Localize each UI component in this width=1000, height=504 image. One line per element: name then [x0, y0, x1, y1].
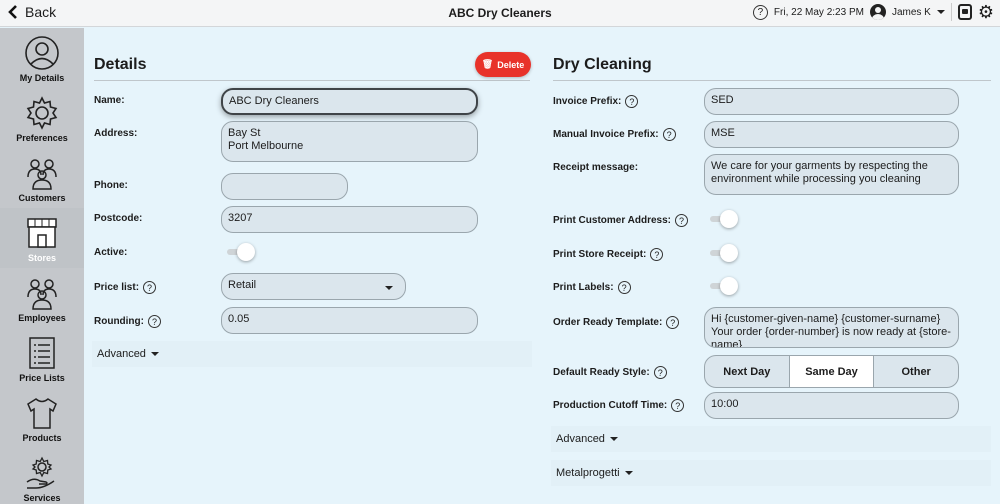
- address-field[interactable]: Bay St Port Melbourne: [221, 121, 478, 162]
- chevron-down-icon: [624, 471, 633, 475]
- sidebar-item-label: Customers: [18, 193, 66, 203]
- trash-icon: 🗑: [481, 59, 494, 69]
- production-cutoff-time-field[interactable]: 10:00: [704, 392, 959, 419]
- details-advanced-toggle[interactable]: Advanced: [97, 348, 159, 360]
- postcode-label: Postcode:: [94, 213, 143, 224]
- datetime: Fri, 22 May 2:23 PM: [773, 6, 864, 18]
- delete-button[interactable]: 🗑 Delete: [475, 52, 531, 77]
- receipt-message-label: Receipt message:: [553, 162, 639, 173]
- sidebar-item-preferences[interactable]: Preferences: [0, 88, 84, 148]
- help-icon[interactable]: ?: [662, 128, 676, 141]
- help-icon[interactable]: ?: [752, 4, 768, 20]
- sidebar-item-employees[interactable]: Employees: [0, 268, 84, 328]
- rounding-label: Rounding: ?: [94, 315, 161, 328]
- user-name[interactable]: James K: [892, 7, 931, 18]
- sidebar-item-label: Stores: [27, 253, 56, 263]
- divider: [553, 80, 991, 81]
- dry-cleaning-title: Dry Cleaning: [553, 56, 652, 73]
- store-icon: [27, 218, 57, 248]
- gear-hand-icon: [26, 456, 55, 489]
- sidebar: My Details Preferences Customers Stores …: [0, 28, 84, 504]
- manual-invoice-prefix-label: Manual Invoice Prefix: ?: [553, 128, 676, 141]
- user-circle-icon: [25, 36, 59, 70]
- address-line-1: Bay St: [228, 127, 261, 139]
- production-cutoff-time-label: Production Cutoff Time: ?: [553, 399, 685, 412]
- divider: [94, 80, 530, 81]
- sidebar-item-label: Services: [23, 493, 61, 503]
- chevron-down-icon: [385, 286, 393, 290]
- chevron-left-icon: [8, 5, 17, 19]
- delete-label: Delete: [497, 59, 525, 70]
- sidebar-item-label: Preferences: [16, 133, 68, 143]
- address-line-2: Port Melbourne: [228, 140, 304, 152]
- settings-gear-icon[interactable]: ⚙: [978, 3, 994, 21]
- phone-label: Phone:: [94, 180, 128, 191]
- print-store-receipt-toggle[interactable]: [710, 244, 738, 262]
- rounding-field[interactable]: 0.05: [221, 307, 478, 334]
- ready-style-segmented-control: Next Day Same Day Other: [704, 355, 959, 388]
- sidebar-item-my-details[interactable]: My Details: [0, 28, 84, 88]
- back-button[interactable]: Back: [8, 4, 56, 20]
- manual-invoice-prefix-field[interactable]: MSE: [704, 121, 959, 148]
- print-customer-address-label: Print Customer Address: ?: [553, 214, 688, 227]
- help-icon[interactable]: ?: [674, 214, 688, 227]
- name-label: Name:: [94, 95, 125, 106]
- help-icon[interactable]: ?: [671, 399, 685, 412]
- price-list-label: Price list: ?: [94, 281, 157, 294]
- ready-style-other[interactable]: Other: [874, 356, 958, 387]
- ready-style-next-day[interactable]: Next Day: [705, 356, 790, 387]
- print-labels-toggle[interactable]: [710, 277, 738, 295]
- invoice-prefix-field[interactable]: SED: [704, 88, 959, 115]
- default-ready-style-label: Default Ready Style: ?: [553, 366, 667, 379]
- sidebar-item-price-lists[interactable]: Price Lists: [0, 328, 84, 388]
- chevron-down-icon: [609, 437, 618, 441]
- user-menu-caret-icon[interactable]: [936, 10, 945, 14]
- order-ready-template-field[interactable]: Hi {customer-given-name} {customer-surna…: [704, 307, 959, 348]
- chevron-down-icon: [150, 352, 159, 356]
- sidebar-item-label: Price Lists: [19, 373, 65, 383]
- help-icon[interactable]: ?: [617, 281, 631, 294]
- ready-style-same-day[interactable]: Same Day: [789, 356, 875, 387]
- divider: [950, 3, 952, 21]
- shirt-icon: [27, 398, 57, 429]
- price-list-select[interactable]: Retail: [221, 273, 406, 300]
- help-icon[interactable]: ?: [143, 281, 157, 294]
- details-title: Details: [94, 56, 147, 73]
- help-icon[interactable]: ?: [653, 366, 667, 379]
- list-icon: [29, 337, 55, 369]
- sidebar-item-label: Employees: [18, 313, 66, 323]
- address-label: Address:: [94, 128, 138, 139]
- help-icon[interactable]: ?: [625, 95, 639, 108]
- group-icon: [27, 159, 57, 190]
- sidebar-item-stores[interactable]: Stores: [0, 208, 84, 268]
- clipboard-icon[interactable]: [957, 4, 972, 20]
- sidebar-item-services[interactable]: Services: [0, 448, 84, 504]
- dry-advanced-toggle[interactable]: Advanced: [556, 433, 618, 445]
- print-labels-label: Print Labels: ?: [553, 281, 631, 294]
- sidebar-item-label: Products: [22, 433, 62, 443]
- print-store-receipt-label: Print Store Receipt: ?: [553, 248, 664, 261]
- metalprogetti-toggle[interactable]: Metalprogetti: [556, 467, 633, 479]
- sidebar-item-label: My Details: [19, 73, 65, 83]
- invoice-prefix-label: Invoice Prefix: ?: [553, 95, 639, 108]
- print-customer-address-toggle[interactable]: [710, 210, 738, 228]
- active-label: Active:: [94, 247, 128, 258]
- help-icon[interactable]: ?: [147, 315, 161, 328]
- phone-field[interactable]: [221, 173, 348, 200]
- top-bar: Back ABC Dry Cleaners ? Fri, 22 May 2:23…: [0, 0, 1000, 27]
- help-icon[interactable]: ?: [650, 248, 664, 261]
- receipt-message-field[interactable]: We care for your garments by respecting …: [704, 154, 959, 195]
- group-icon: [27, 279, 57, 310]
- sidebar-item-customers[interactable]: Customers: [0, 148, 84, 208]
- help-icon[interactable]: ?: [666, 316, 680, 329]
- user-avatar-icon[interactable]: [869, 4, 886, 20]
- back-label: Back: [25, 4, 57, 20]
- gear-icon: [26, 96, 58, 130]
- name-field[interactable]: ABC Dry Cleaners: [221, 88, 478, 115]
- postcode-field[interactable]: 3207: [221, 206, 478, 233]
- sidebar-item-products[interactable]: Products: [0, 388, 84, 448]
- order-ready-template-label: Order Ready Template: ?: [553, 316, 680, 329]
- active-toggle[interactable]: [227, 243, 255, 261]
